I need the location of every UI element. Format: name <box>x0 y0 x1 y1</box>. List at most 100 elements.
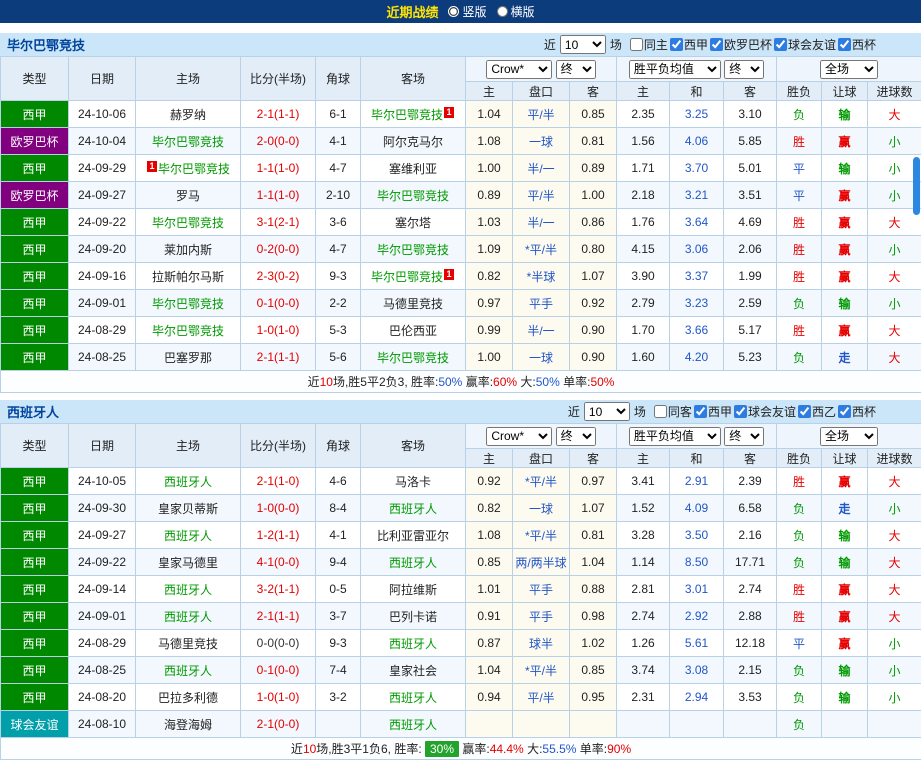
team-name[interactable]: 西班牙人 <box>164 529 212 543</box>
team-name[interactable]: 马洛卡 <box>395 475 431 489</box>
team-name[interactable]: 毕尔巴鄂竞技 <box>152 324 224 338</box>
filter-西杯[interactable]: 西杯 <box>837 403 876 420</box>
match-row: 西甲 24-09-29 1 毕尔巴鄂竞技 1-1(1-0) 4-7 塞维利亚 1.00 半/一 0… <box>0 154 921 182</box>
team-name[interactable]: 西班牙人 <box>389 718 437 732</box>
team-name[interactable]: 塞尔塔 <box>395 216 431 230</box>
team-name[interactable]: 毕尔巴鄂竞技 <box>377 351 449 365</box>
odds-period-select[interactable]: 终 <box>555 59 596 79</box>
filter-西乙[interactable]: 西乙 <box>797 403 836 420</box>
team-name[interactable]: 西班牙人 <box>389 637 437 651</box>
team-name[interactable]: 西班牙人 <box>164 664 212 678</box>
league-tag: 西甲 <box>0 521 69 549</box>
filter-球会友谊[interactable]: 球会友谊 <box>733 403 796 420</box>
horizontal-radio[interactable] <box>496 6 508 17</box>
scope-select[interactable]: 全场 <box>820 426 879 446</box>
filter-checkbox[interactable] <box>669 38 683 51</box>
wdl-period-select[interactable]: 终 <box>724 59 765 79</box>
result-handicap: 赢 <box>821 629 869 657</box>
team-name[interactable]: 西班牙人 <box>164 610 212 624</box>
team-name[interactable]: 比利亚雷亚尔 <box>377 529 449 543</box>
team-name[interactable]: 皇家贝蒂斯 <box>158 502 218 516</box>
team-name[interactable]: 阿拉维斯 <box>389 583 437 597</box>
summary-part: 90% <box>607 742 632 756</box>
team-name[interactable]: 塞维利亚 <box>389 162 437 176</box>
team-name[interactable]: 巴列卡诺 <box>389 610 437 624</box>
team-name[interactable]: 毕尔巴鄂竞技 <box>158 162 230 176</box>
result-goals: 小 <box>867 289 921 317</box>
team-name[interactable]: 巴伦西亚 <box>389 324 437 338</box>
team-name[interactable]: 马德里竞技 <box>383 297 443 311</box>
filter-checkbox[interactable] <box>837 405 851 418</box>
filter-西甲[interactable]: 西甲 <box>669 36 708 53</box>
odds-source-select[interactable]: Crow* <box>486 59 553 79</box>
team-name[interactable]: 西班牙人 <box>389 556 437 570</box>
avg-away: 12.18 <box>722 629 778 657</box>
wdl-source-select[interactable]: 胜平负均值 <box>628 426 721 446</box>
league-tag: 西甲 <box>0 656 69 684</box>
layout-vertical-option[interactable]: 竖版 <box>448 3 487 20</box>
team-name[interactable]: 罗马 <box>176 189 200 203</box>
corners: 4-7 <box>315 154 361 182</box>
filter-checkbox[interactable] <box>653 405 667 418</box>
filter-checkbox[interactable] <box>773 38 787 51</box>
odds-source-select[interactable]: Crow* <box>486 426 553 446</box>
team-name[interactable]: 西班牙人 <box>389 502 437 516</box>
odds-period-select[interactable]: 终 <box>555 426 596 446</box>
team-name[interactable]: 西班牙人 <box>389 691 437 705</box>
layout-horizontal-option[interactable]: 横版 <box>496 3 535 20</box>
team-name[interactable]: 西班牙人 <box>164 583 212 597</box>
team-name[interactable]: 马德里竞技 <box>158 637 218 651</box>
team-name[interactable]: 毕尔巴鄂竞技 <box>371 270 443 284</box>
team-name[interactable]: 毕尔巴鄂竞技 <box>152 297 224 311</box>
filter-checkbox[interactable] <box>629 38 643 51</box>
result-handicap: 赢 <box>821 208 869 236</box>
filter-checkbox[interactable] <box>709 38 723 51</box>
result-handicap: 走 <box>821 343 869 371</box>
filter-球会友谊[interactable]: 球会友谊 <box>773 36 836 53</box>
team-name[interactable]: 巴塞罗那 <box>164 351 212 365</box>
result-goals: 小 <box>867 629 921 657</box>
col-header-avg-away: 客 <box>722 448 778 468</box>
wdl-period-select[interactable]: 终 <box>724 426 765 446</box>
filter-checkbox[interactable] <box>733 405 747 418</box>
odds-home: 1.01 <box>465 575 513 603</box>
scope-controls: 全场 <box>776 423 921 449</box>
team-name[interactable]: 莱加内斯 <box>164 243 212 257</box>
avg-home: 1.60 <box>616 343 670 371</box>
near-count-select[interactable]: 10 <box>559 35 606 54</box>
handicap: 一球 <box>512 343 570 371</box>
avg-home: 3.28 <box>616 521 670 549</box>
filter-checkbox[interactable] <box>797 405 811 418</box>
team-name[interactable]: 毕尔巴鄂竞技 <box>371 108 443 122</box>
team-name[interactable]: 皇家社会 <box>389 664 437 678</box>
wdl-source-select[interactable]: 胜平负均值 <box>628 59 721 79</box>
filter-欧罗巴杯[interactable]: 欧罗巴杯 <box>709 36 772 53</box>
red-card-badge: 1 <box>444 268 454 280</box>
team-name[interactable]: 赫罗纳 <box>170 108 206 122</box>
team-name[interactable]: 毕尔巴鄂竞技 <box>152 216 224 230</box>
filter-checkbox[interactable] <box>693 405 707 418</box>
team-name[interactable]: 毕尔巴鄂竞技 <box>377 243 449 257</box>
team-name[interactable]: 巴拉多利德 <box>158 691 218 705</box>
team-name[interactable]: 毕尔巴鄂竞技 <box>152 135 224 149</box>
filter-同主[interactable]: 同主 <box>629 36 668 53</box>
near-count-select[interactable]: 10 <box>583 402 630 421</box>
filter-checkbox[interactable] <box>837 38 851 51</box>
vertical-radio[interactable] <box>448 6 460 17</box>
home-cell: 毕尔巴鄂竞技 <box>135 316 241 344</box>
scope-select[interactable]: 全场 <box>820 59 879 79</box>
team-name[interactable]: 皇家马德里 <box>158 556 218 570</box>
team-name[interactable]: 西班牙人 <box>164 475 212 489</box>
filter-西杯[interactable]: 西杯 <box>837 36 876 53</box>
scrollbar-thumb[interactable] <box>913 157 920 215</box>
team-name[interactable]: 海登海姆 <box>164 718 212 732</box>
match-row: 球会友谊 24-08-10 海登海姆 2-1(0-0) 西班牙人 负 <box>0 710 921 738</box>
match-date: 24-10-05 <box>68 467 136 495</box>
team-name[interactable]: 毕尔巴鄂竞技 <box>377 189 449 203</box>
team-name[interactable]: 拉斯帕尔马斯 <box>152 270 224 284</box>
team-name[interactable]: 阿尔克马尔 <box>383 135 443 149</box>
away-cell: 西班牙人 <box>360 548 466 576</box>
filter-同客[interactable]: 同客 <box>653 403 692 420</box>
avg-away <box>722 710 778 738</box>
filter-西甲[interactable]: 西甲 <box>693 403 732 420</box>
